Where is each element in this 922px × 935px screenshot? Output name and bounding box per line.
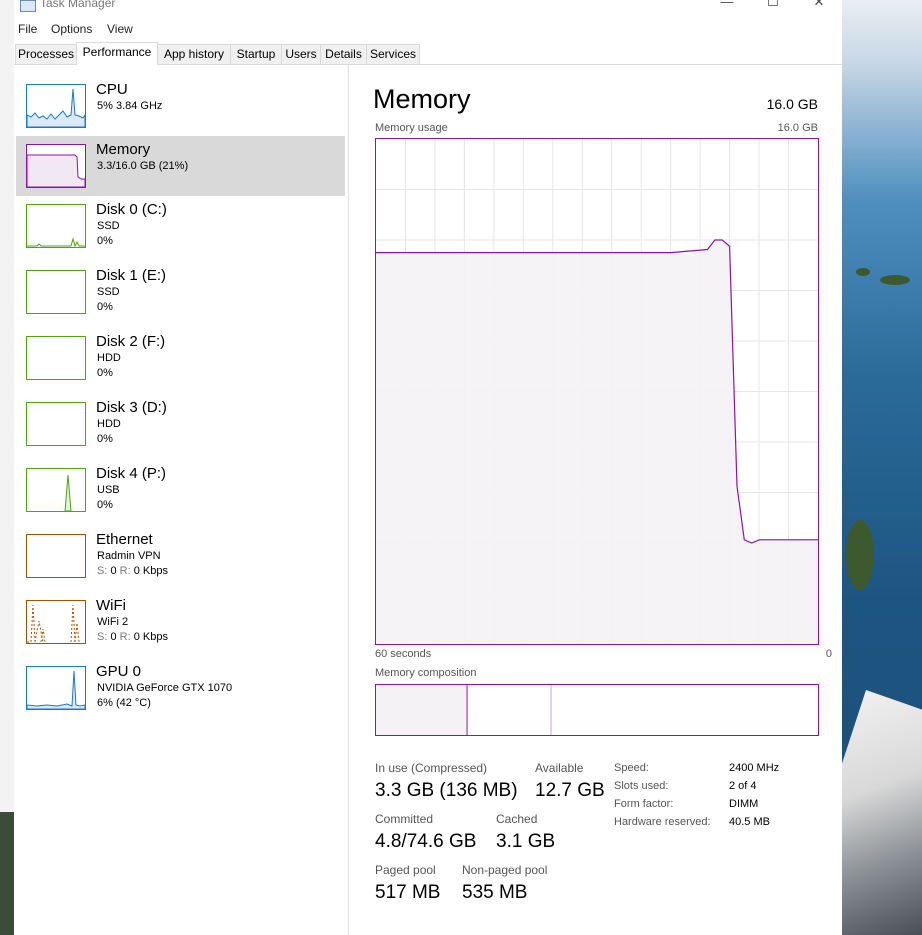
tab-users[interactable]: Users [281, 44, 321, 64]
memory-total: 16.0 GB [766, 96, 818, 112]
resource-gpu-0[interactable]: GPU 0 NVIDIA GeForce GTX 1070 6% (42 °C) [16, 658, 345, 718]
ethernet-graph-icon [26, 534, 86, 578]
memory-usage-chart [375, 138, 819, 645]
slots-used-label: Slots used: [614, 780, 669, 792]
page-title: Memory [373, 84, 471, 114]
wallpaper-island [846, 520, 874, 590]
tab-startup[interactable]: Startup [230, 44, 282, 64]
background-window-edge [0, 0, 14, 935]
menu-view[interactable]: View [107, 22, 133, 36]
memory-composition-label: Memory composition [375, 667, 477, 679]
time-axis-right: 0 [825, 648, 832, 660]
disk-graph-icon [26, 402, 86, 446]
slots-used-value: 2 of 4 [729, 780, 757, 792]
speed-value: 2400 MHz [729, 762, 780, 774]
maximize-button[interactable]: ☐ [750, 0, 796, 16]
window-title: Task Manager [40, 0, 116, 10]
wallpaper-island [880, 275, 910, 285]
tab-bar: Processes Performance App history Startu… [14, 42, 842, 65]
tab-services[interactable]: Services [366, 44, 420, 64]
memory-composition-bar [375, 684, 819, 736]
composition-segment-in-use[interactable] [376, 685, 468, 735]
resource-wifi[interactable]: WiFi WiFi 2 S: 0 R: 0 Kbps [16, 592, 345, 652]
task-manager-app-icon [20, 0, 36, 12]
disk-graph-icon [26, 468, 86, 512]
tab-processes[interactable]: Processes [15, 44, 77, 64]
cpu-graph-icon [26, 84, 86, 128]
gpu-graph-icon [26, 666, 86, 710]
paged-pool-label: Paged pool [375, 863, 436, 877]
memory-detail-pane: Memory 16.0 GB Memory usage 16.0 GB 60 s… [349, 64, 842, 935]
menu-bar: File Options View [14, 19, 842, 41]
resource-ethernet[interactable]: Ethernet Radmin VPN S: 0 R: 0 Kbps [16, 526, 345, 586]
hardware-reserved-value: 40.5 MB [729, 816, 770, 828]
composition-segment-modified[interactable] [467, 685, 552, 735]
memory-usage-svg [376, 139, 818, 644]
composition-segment-standby[interactable] [551, 685, 818, 735]
non-paged-pool-label: Non-paged pool [462, 863, 548, 877]
wallpaper-island [856, 268, 870, 276]
disk-graph-icon [26, 336, 86, 380]
in-use-label: In use (Compressed) [375, 761, 488, 775]
tab-app-history[interactable]: App history [157, 44, 231, 64]
title-bar[interactable]: Task Manager — ☐ ✕ [14, 0, 842, 18]
wallpaper-seaplane [842, 690, 922, 935]
resource-disk-1[interactable]: Disk 1 (E:) SSD 0% [16, 262, 345, 322]
cached-value: 3.1 GB [496, 831, 556, 852]
close-button[interactable]: ✕ [796, 0, 842, 16]
committed-label: Committed [375, 812, 434, 826]
tab-performance[interactable]: Performance [76, 42, 158, 65]
memory-graph-icon [26, 144, 86, 188]
speed-label: Speed: [614, 762, 649, 774]
cached-label: Cached [496, 812, 538, 826]
available-label: Available [535, 761, 584, 775]
resource-memory[interactable]: Memory 3.3/16.0 GB (21%) [16, 136, 345, 196]
tab-details[interactable]: Details [320, 44, 367, 64]
minimize-button[interactable]: — [704, 0, 750, 16]
committed-value: 4.8/74.6 GB [375, 831, 477, 852]
desktop-wallpaper-left [0, 812, 14, 935]
wifi-graph-icon [26, 600, 86, 644]
task-manager-window: Task Manager — ☐ ✕ File Options View Pro… [14, 0, 842, 935]
menu-file[interactable]: File [18, 22, 37, 36]
memory-composition-svg [376, 685, 818, 735]
resource-cpu[interactable]: CPU 5% 3.84 GHz [16, 76, 345, 136]
menu-options[interactable]: Options [51, 22, 92, 36]
form-factor-value: DIMM [729, 798, 759, 810]
paged-pool-value: 517 MB [375, 882, 441, 903]
in-use-value: 3.3 GB (136 MB) [375, 780, 518, 801]
resource-disk-4[interactable]: Disk 4 (P:) USB 0% [16, 460, 345, 520]
time-axis-left: 60 seconds [375, 648, 432, 660]
form-factor-label: Form factor: [614, 798, 674, 810]
resource-disk-2[interactable]: Disk 2 (F:) HDD 0% [16, 328, 345, 388]
non-paged-pool-value: 535 MB [462, 882, 528, 903]
resource-list: CPU 5% 3.84 GHz Memory 3.3/16.0 GB (21%)… [14, 64, 349, 935]
hardware-reserved-label: Hardware reserved: [614, 816, 711, 828]
resource-disk-3[interactable]: Disk 3 (D:) HDD 0% [16, 394, 345, 454]
memory-usage-max: 16.0 GB [777, 122, 818, 134]
memory-usage-label: Memory usage [375, 122, 448, 134]
available-value: 12.7 GB [535, 780, 605, 801]
disk-graph-icon [26, 270, 86, 314]
resource-disk-0[interactable]: Disk 0 (C:) SSD 0% [16, 196, 345, 256]
disk-graph-icon [26, 204, 86, 248]
